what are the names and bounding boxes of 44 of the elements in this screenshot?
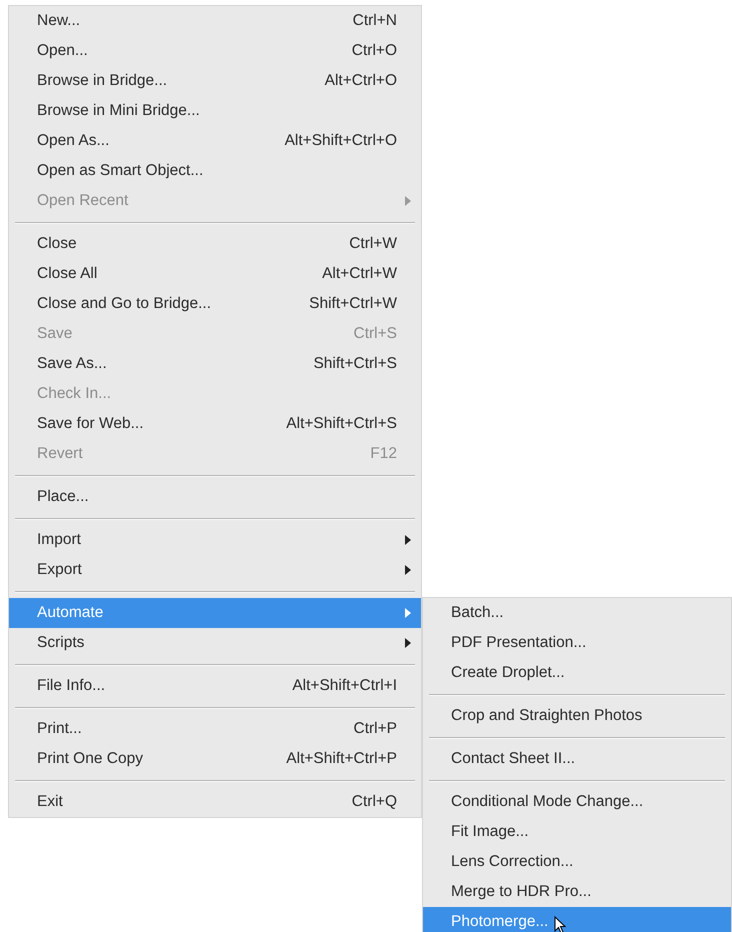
menu-item[interactable]: Open as Smart Object... [9,156,421,186]
menu-item[interactable]: Scripts [9,628,421,658]
menu-item[interactable]: Contact Sheet II... [423,744,731,774]
menu-item[interactable]: Close and Go to Bridge... Shift+Ctrl+W [9,289,421,319]
menu-item[interactable]: Open As... Alt+Shift+Ctrl+O [9,126,421,156]
shortcut-label: Ctrl+Q [352,792,397,812]
menu-item[interactable]: Import [9,525,421,555]
menu-item[interactable]: Exit Ctrl+Q [9,787,421,817]
shortcut-label: Alt+Shift+Ctrl+O [284,131,397,152]
menu-item[interactable]: Browse in Mini Bridge... [9,96,421,126]
menu-item[interactable]: Crop and Straighten Photos [423,701,731,731]
menu-item[interactable]: Print... Ctrl+P [9,714,421,744]
menu-item[interactable]: Open... Ctrl+O [9,36,421,66]
shortcut-label: Alt+Shift+Ctrl+I [292,676,397,696]
menu-item[interactable]: Create Droplet... [423,658,731,688]
menu-item[interactable]: Save for Web... Alt+Shift+Ctrl+S [9,409,421,439]
menu-item[interactable]: Close All Alt+Ctrl+W [9,259,421,289]
shortcut-label: Alt+Ctrl+W [322,264,397,284]
menu-item[interactable]: Print One Copy Alt+Shift+Ctrl+P [9,744,421,774]
shortcut-label: Ctrl+W [349,234,397,254]
menu-item[interactable]: Export [9,555,421,585]
shortcut-label: Alt+Ctrl+O [324,71,397,92]
shortcut-label: Ctrl+O [352,41,397,62]
menu-item[interactable]: File Info... Alt+Shift+Ctrl+I [9,671,421,701]
menu-item[interactable]: Merge to HDR Pro... [423,877,731,907]
menu-item[interactable]: Browse in Bridge... Alt+Ctrl+O [9,66,421,96]
menu-item[interactable]: New... Ctrl+N [9,6,421,36]
shortcut-label: Alt+Shift+Ctrl+S [286,414,397,434]
shortcut-label: F12 [370,444,397,464]
shortcut-label: Shift+Ctrl+S [313,354,397,374]
menu-item[interactable]: Save As... Shift+Ctrl+S [9,349,421,379]
menu-item[interactable]: Place... [9,482,421,512]
menu-item[interactable]: Close Ctrl+W [9,229,421,259]
menu-item[interactable]: Batch... [423,598,731,628]
shortcut-label: Ctrl+N [352,11,397,32]
shortcut-label: Shift+Ctrl+W [309,294,397,314]
menu-item[interactable]: Conditional Mode Change... [423,787,731,817]
shortcut-label: Ctrl+S [354,324,397,344]
menu-item[interactable]: PDF Presentation... [423,628,731,658]
shortcut-label: Ctrl+P [354,719,397,740]
cursor-icon [554,916,566,932]
menu-item[interactable]: Lens Correction... [423,847,731,877]
menu-item[interactable]: Fit Image... [423,817,731,847]
shortcut-label: Alt+Shift+Ctrl+P [286,749,397,770]
